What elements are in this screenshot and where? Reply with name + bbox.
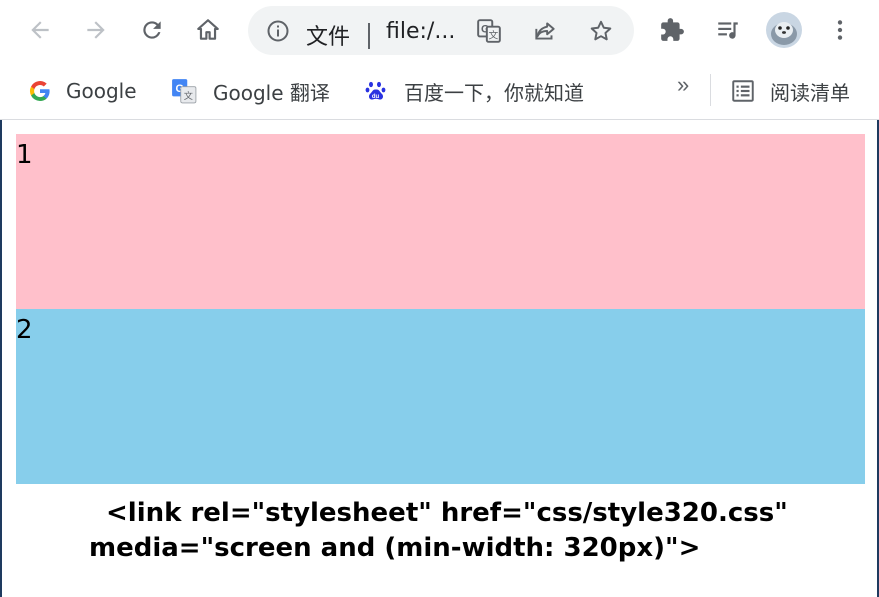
bookmarks-bar: Google G 文 Google 翻译 du 百度一下，你就知道 » 阅读清单 bbox=[0, 64, 879, 120]
window-frame-left bbox=[0, 120, 2, 597]
box-one: 1 bbox=[16, 134, 865, 309]
share-icon[interactable] bbox=[532, 18, 558, 44]
puzzle-icon bbox=[661, 18, 684, 41]
extensions-button[interactable] bbox=[654, 12, 690, 48]
home-button[interactable] bbox=[190, 12, 226, 48]
scheme-label: 文件 bbox=[306, 25, 351, 50]
google-translate-icon: G 文 bbox=[172, 79, 197, 104]
reload-icon bbox=[143, 21, 161, 39]
reload-button[interactable] bbox=[134, 12, 170, 48]
bookmark-baidu[interactable]: du 百度一下，你就知道 bbox=[364, 76, 584, 106]
bookmark-label: 百度一下，你就知道 bbox=[404, 80, 584, 105]
translate-icon[interactable]: G 文 bbox=[476, 18, 502, 44]
url-text[interactable]: file:/... bbox=[386, 19, 455, 44]
reading-list-button[interactable]: 阅读清单 bbox=[730, 76, 850, 106]
profile-avatar[interactable] bbox=[766, 12, 802, 48]
bookmarks-overflow-button[interactable]: » bbox=[677, 72, 689, 98]
browser-toolbar: 文件 file:/... G 文 bbox=[0, 0, 879, 64]
home-icon bbox=[197, 19, 219, 40]
bookmark-google-translate[interactable]: G 文 Google 翻译 bbox=[171, 76, 330, 106]
bookmarks-divider bbox=[710, 74, 711, 106]
avatar-icon bbox=[766, 12, 802, 48]
svg-text:du: du bbox=[372, 94, 380, 100]
bookmark-label: Google 翻译 bbox=[213, 80, 330, 105]
address-bar[interactable]: 文件 file:/... G 文 bbox=[248, 6, 634, 55]
star-icon[interactable] bbox=[588, 18, 614, 44]
arrow-right-icon bbox=[87, 21, 105, 39]
arrow-left-icon bbox=[31, 21, 49, 39]
back-button[interactable] bbox=[22, 12, 58, 48]
bookmark-label: Google bbox=[66, 79, 137, 103]
box-two-label: 2 bbox=[16, 315, 33, 345]
bookmark-google[interactable]: Google bbox=[28, 76, 137, 106]
box-one-label: 1 bbox=[16, 140, 33, 170]
info-icon[interactable] bbox=[266, 19, 290, 43]
kebab-menu-icon bbox=[837, 20, 843, 40]
omnibox-divider bbox=[368, 23, 370, 49]
browser-menu-button[interactable] bbox=[822, 12, 858, 48]
baidu-icon: du bbox=[365, 81, 386, 100]
svg-text:文: 文 bbox=[488, 29, 498, 42]
code-text-line-1: <link rel="stylesheet" href="css/style32… bbox=[106, 498, 788, 528]
box-two: 2 bbox=[16, 309, 865, 484]
media-playlist-icon bbox=[718, 22, 738, 39]
reading-list-label: 阅读清单 bbox=[770, 80, 850, 105]
reading-list-icon bbox=[732, 80, 754, 102]
google-icon bbox=[30, 81, 50, 102]
media-controls-button[interactable] bbox=[710, 12, 746, 48]
code-text-line-2: media="screen and (min-width: 320px)"> bbox=[89, 533, 701, 563]
forward-button[interactable] bbox=[78, 12, 114, 48]
svg-text:文: 文 bbox=[184, 90, 193, 102]
